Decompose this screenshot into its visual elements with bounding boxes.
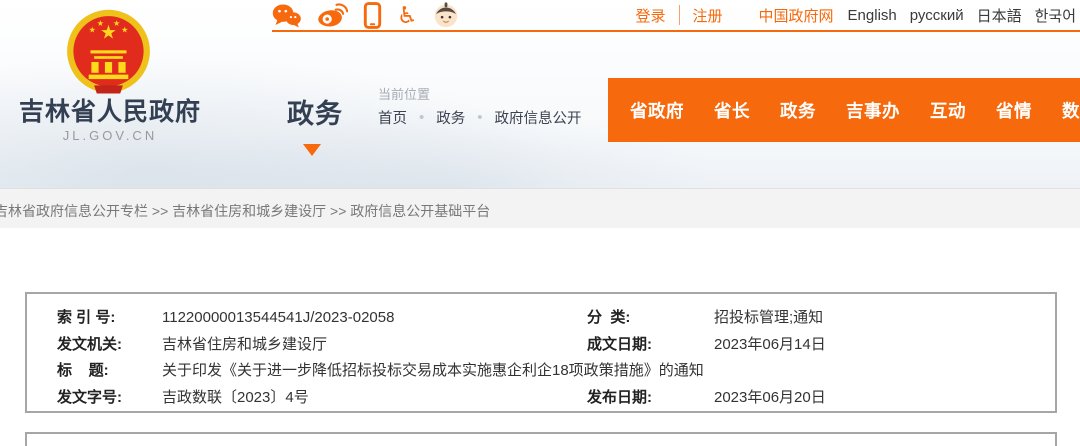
nav-item-interaction[interactable]: 互动 [930, 98, 966, 123]
title-label: 标 题: [57, 362, 109, 379]
auth-divider [678, 5, 680, 25]
category-label: 分 类: [587, 309, 631, 326]
top-utility-bar: ♿ 登录 注册 中国政府网 English русский 日本語 한국어 [272, 0, 1080, 30]
login-link[interactable]: 登录 [636, 5, 666, 26]
doc-number-value: 吉政数联〔2023〕4号 [162, 388, 309, 406]
topbar-divider-line [272, 30, 1080, 32]
svg-text:★: ★ [97, 19, 104, 28]
current-location-label: 当前位置 [378, 87, 431, 102]
date-published-label: 发布日期: [587, 388, 652, 406]
lang-japanese[interactable]: 日本語 [977, 5, 1022, 26]
index-number-value: 11220000013544541J/2023-02058 [162, 309, 395, 326]
social-icon-row: ♿ [272, 1, 459, 29]
section-caret-icon[interactable] [303, 144, 321, 156]
accessibility-icon[interactable]: ♿ [397, 1, 418, 29]
issuing-agency-value: 吉林省住房和城乡建设厅 [162, 335, 328, 353]
nav-item-zhengwu[interactable]: 政务 [780, 98, 816, 123]
info-disclosure-breadcrumb[interactable]: 吉林省政府信息公开专栏 >> 吉林省住房和城乡建设厅 >> 政府信息公开基础平台 [0, 201, 490, 221]
svg-text:★: ★ [113, 19, 120, 28]
national-emblem-logo: ★ ★ ★ ★ ★ [62, 8, 155, 98]
child-icon[interactable] [433, 1, 459, 29]
china-gov-link[interactable]: 中国政府网 [759, 5, 834, 26]
main-navigation: 省政府 省长 政务 吉事办 互动 省情 数据 [608, 78, 1080, 142]
document-meta-box: 索 引 号: 11220000013544541J/2023-02058 分 类… [25, 292, 1057, 413]
svg-text:★: ★ [89, 25, 96, 34]
page: ♿ 登录 注册 中国政府网 English русский 日本語 한국어 ★ … [0, 0, 1080, 446]
category-value: 招投标管理;通知 [714, 309, 824, 326]
nav-item-provincial-government[interactable]: 省政府 [630, 98, 684, 123]
info-disclosure-breadcrumb-strip: 吉林省政府信息公开专栏 >> 吉林省住房和城乡建设厅 >> 政府信息公开基础平台 [0, 188, 1080, 228]
site-title: 吉林省人民政府 [18, 98, 201, 126]
issuing-agency-label: 发文机关: [57, 335, 122, 353]
mobile-icon[interactable] [363, 1, 382, 29]
breadcrumb-home[interactable]: 首页 [378, 107, 407, 128]
title-value: 关于印发《关于进一步降低招标投标交易成本实施惠企利企18项政策措施》的通知 [162, 362, 704, 379]
nav-item-jishiban[interactable]: 吉事办 [846, 98, 900, 123]
date-published-value: 2023年06月20日 [714, 388, 826, 406]
date-written-value: 2023年06月14日 [714, 335, 826, 353]
auth-links: 登录 注册 [636, 5, 723, 26]
breadcrumb-dot: • [419, 109, 425, 126]
index-number-label: 索 引 号: [57, 309, 116, 326]
weibo-icon[interactable] [317, 1, 348, 29]
breadcrumb-dot: • [477, 109, 483, 126]
lang-english[interactable]: English [848, 7, 897, 24]
lang-russian[interactable]: русский [910, 7, 964, 24]
section-zhengwu-label[interactable]: 政务 [287, 92, 343, 131]
svg-text:★: ★ [121, 25, 128, 34]
doc-number-label: 发文字号: [57, 388, 122, 406]
register-link[interactable]: 注册 [693, 5, 723, 26]
document-meta-table: 索 引 号: 11220000013544541J/2023-02058 分 类… [27, 294, 1055, 411]
lang-korean[interactable]: 한국어 [1035, 5, 1076, 26]
breadcrumb-info-disclosure[interactable]: 政府信息公开 [495, 107, 582, 128]
site-domain: JL.GOV.CN [62, 128, 158, 143]
language-links: English русский 日本語 한국어 [848, 5, 1080, 26]
date-written-label: 成文日期: [587, 335, 652, 353]
breadcrumb-zhengwu[interactable]: 政务 [436, 107, 465, 128]
wechat-icon[interactable] [272, 1, 302, 29]
document-content-box [25, 432, 1057, 446]
nav-item-governor[interactable]: 省长 [714, 98, 750, 123]
location-breadcrumb: 首页 • 政务 • 政府信息公开 [378, 107, 582, 128]
nav-item-province-overview[interactable]: 省情 [996, 98, 1032, 123]
nav-item-data[interactable]: 数据 [1062, 98, 1080, 123]
